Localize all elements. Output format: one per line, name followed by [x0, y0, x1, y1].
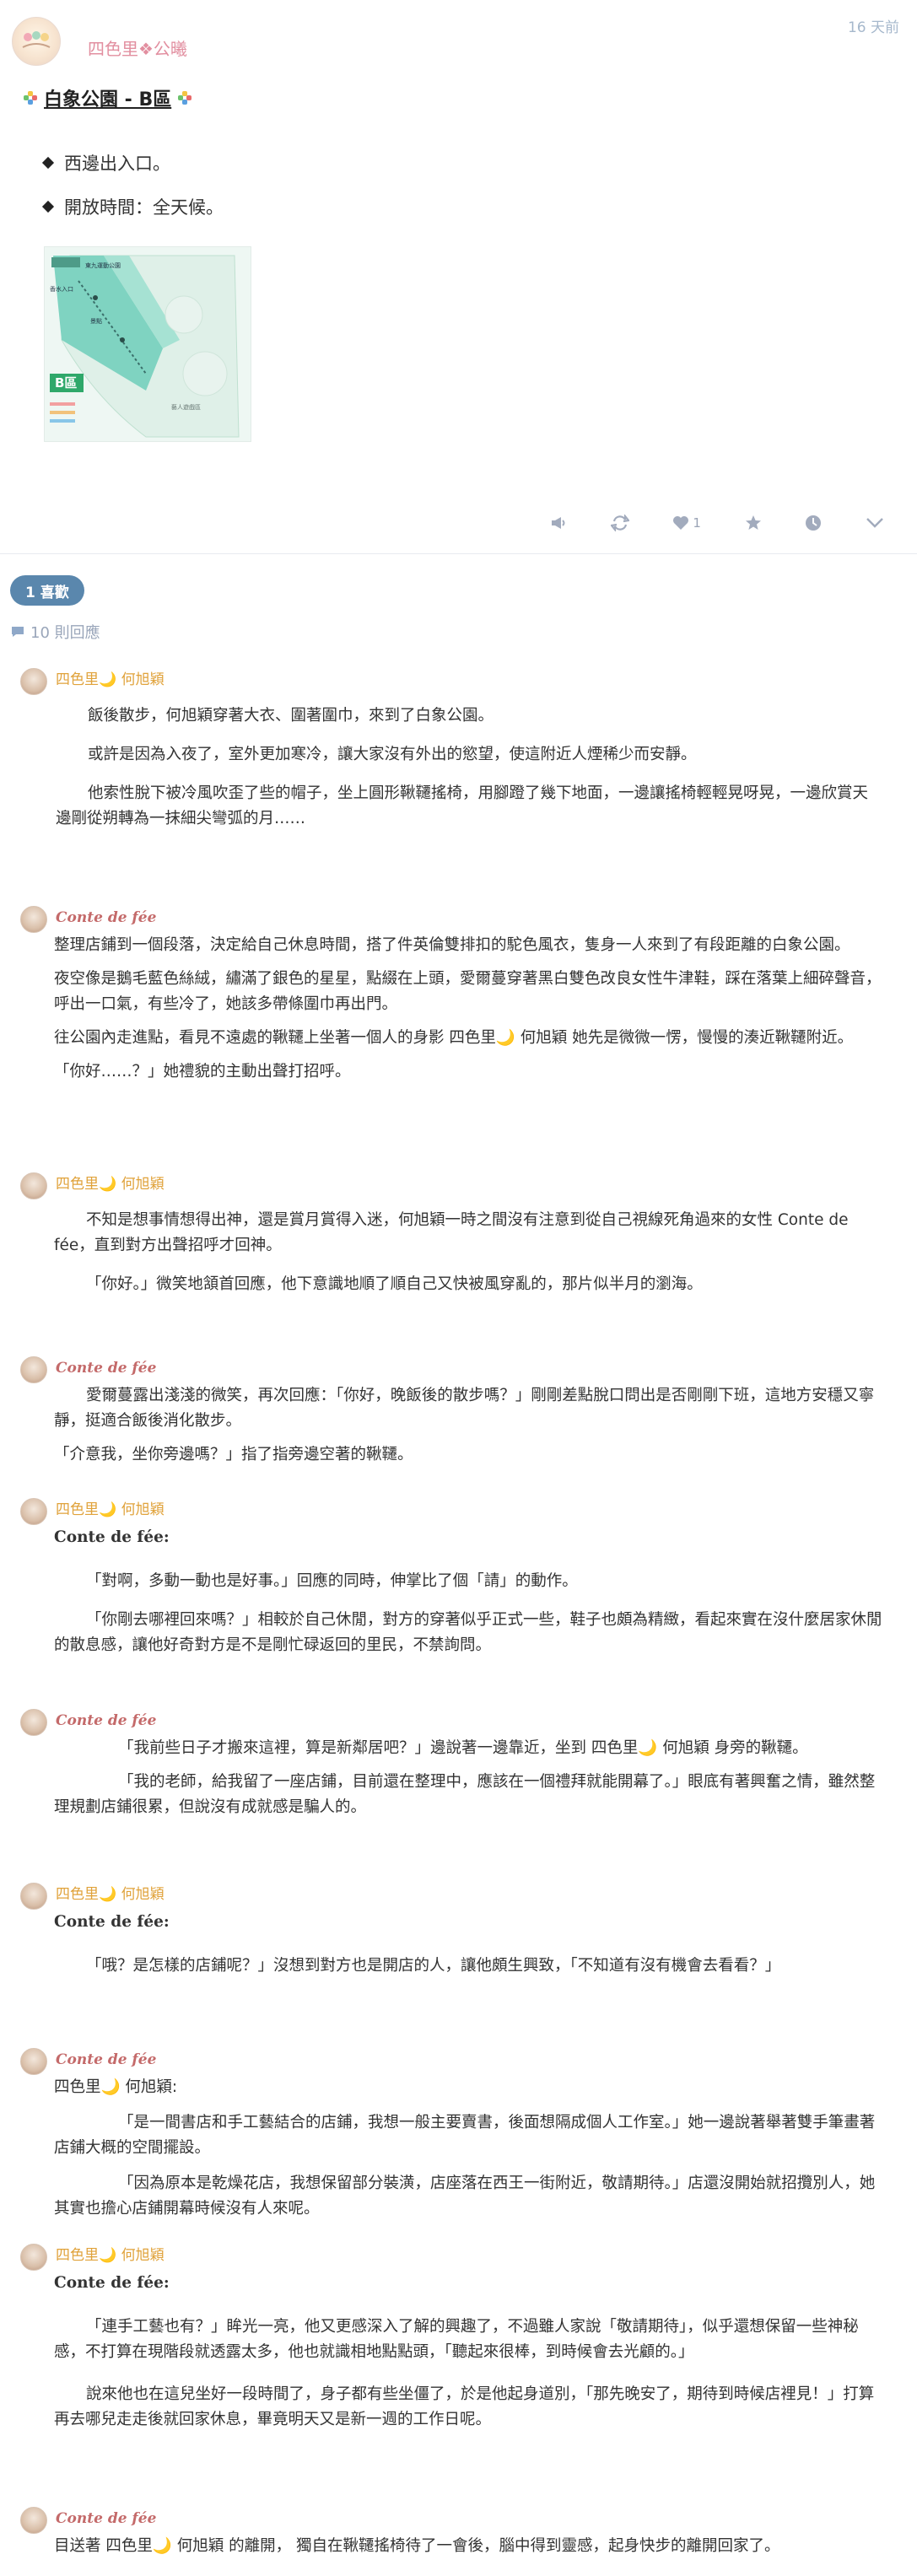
- reply-paragraph: 「你剛去哪裡回來嗎？」相較於自己休閒，對方的穿著似乎正式一些，鞋子也頗為精緻，看…: [54, 1611, 882, 1654]
- reply-paragraph: 「對啊，多動一動也是好事。」回應的同時，伸掌比了個「請」的動作。: [86, 1572, 578, 1590]
- reply-list: 四色里🌙 何旭穎 飯後散步，何旭穎穿著大衣、圍著圍巾，來到了白象公園。 或許是因…: [0, 665, 917, 2576]
- reply-author[interactable]: 四色里🌙 何旭穎: [56, 665, 883, 695]
- post-bullet-list: 西邊出入口。 開放時間：全天候。: [41, 150, 224, 238]
- heart-icon: [673, 516, 689, 530]
- reply-paragraph: 或許是因為入夜了，室外更加寒冷，讓大家沒有外出的慾望，使這附近人煙稀少而安靜。: [88, 746, 697, 763]
- avatar[interactable]: [20, 2507, 47, 2534]
- chevron-down-icon[interactable]: [866, 517, 884, 529]
- diamond-bullet-icon: [41, 156, 55, 170]
- post-title: 白象公園 - B區: [44, 89, 172, 110]
- reply-paragraph: 不知是想事情想得出神，還是賞月賞得入迷，何旭穎一時之間沒有注意到從自己視線死角過…: [54, 1211, 849, 1254]
- reply-item: 四色里🌙 何旭穎 不知是想事情想得出神，還是賞月賞得入迷，何旭穎一時之間沒有注意…: [0, 1169, 917, 1353]
- reply-paragraph: 整理店鋪到一個段落，決定給自己休息時間，搭了件英倫雙排扣的駝色風衣，隻身一人來到…: [54, 936, 850, 954]
- reply-paragraph: 「你好……？」她禮貌的主動出聲打招呼。: [54, 1063, 351, 1081]
- reply-paragraph: 「因為原本是乾燥花店，我想保留部分裝潢，店座落在西王一街附近，敬請期待。」店還沒…: [54, 2175, 876, 2218]
- reply-item: Conte de fée 目送著 四色里🌙 何旭穎 的離開， 獨自在鞦韆搖椅待了…: [0, 2503, 917, 2576]
- list-item-text: 西邊出入口。: [64, 154, 170, 174]
- post-timestamp[interactable]: 16 天前: [848, 15, 899, 36]
- reply-author[interactable]: 四色里🌙 何旭穎: [56, 1879, 883, 1910]
- avatar[interactable]: [20, 668, 47, 695]
- reply-item: Conte de fée 四色里🌙 何旭穎: 「是一間書店和手工藝結合的店鋪，我…: [0, 2045, 917, 2240]
- avatar[interactable]: [20, 906, 47, 933]
- reply-item: 四色里🌙 何旭穎 Conte de fée: 「連手工藝也有？」眸光一亮，他又更…: [0, 2240, 917, 2503]
- reply-item: 四色里🌙 何旭穎 Conte de fée: 「對啊，多動一動也是好事。」回應的…: [0, 1495, 917, 1706]
- reply-paragraph: 「你好。」微笑地頷首回應，他下意識地順了順自己又快被風穿亂的，那片似半月的瀏海。: [86, 1275, 703, 1293]
- svg-text:香水入口: 香水入口: [50, 285, 73, 293]
- reply-author[interactable]: Conte de fée: [56, 903, 883, 933]
- reply-paragraph: 說來他也在這兒坐好一段時間了，身子都有些坐僵了，於是他起身道別，「那先晚安了，期…: [54, 2385, 875, 2428]
- list-item: 西邊出入口。: [41, 150, 224, 175]
- reply-paragraph: 「我的老師，給我留了一座店鋪，目前還在整理中，應該在一個禮拜就能開幕了。」眼底有…: [54, 1773, 876, 1816]
- reply-author[interactable]: 四色里🌙 何旭穎: [56, 1495, 883, 1525]
- sparkle-icon: [24, 91, 37, 105]
- avatar-logo-icon: [22, 31, 51, 48]
- divider: [0, 553, 917, 554]
- avatar[interactable]: [20, 2048, 47, 2075]
- reply-addressee[interactable]: Conte de fée:: [54, 1910, 883, 1935]
- likes-badge[interactable]: 1 喜歡: [10, 575, 84, 606]
- comment-icon: [12, 627, 24, 637]
- map-graphic: B區 東九運動公園 香水入口 景點 藝人遊戲區: [45, 247, 251, 441]
- list-item: 開放時間：全天候。: [41, 194, 224, 219]
- svg-text:藝人遊戲區: 藝人遊戲區: [171, 403, 201, 411]
- reply-count[interactable]: 10 則回應: [10, 621, 100, 643]
- repost-icon[interactable]: [610, 515, 629, 531]
- reply-item: Conte de fée 「我前些日子才搬來這裡，算是新鄰居吧？」邊說著一邊靠近…: [0, 1706, 917, 1879]
- post-action-bar: 1: [540, 506, 894, 540]
- list-item-text: 開放時間：全天候。: [64, 197, 224, 218]
- reply-paragraph: 「連手工藝也有？」眸光一亮，他又更感深入了解的興趣了，不過雖人家說「敬請期待」，…: [54, 2318, 859, 2361]
- author-name[interactable]: 四色里❖公曦: [88, 35, 187, 60]
- reply-author[interactable]: Conte de fée: [56, 1706, 883, 1736]
- star-icon[interactable]: [745, 515, 762, 531]
- post-page: 四色里❖公曦 16 天前 白象公園 - B區 西邊出入口。 開放時間：全天候。: [0, 0, 917, 2576]
- reply-author[interactable]: Conte de fée: [56, 1353, 883, 1383]
- author-avatar[interactable]: [12, 17, 61, 66]
- svg-text:東九運動公園: 東九運動公園: [85, 261, 121, 269]
- svg-text:景點: 景點: [90, 317, 102, 325]
- megaphone-icon[interactable]: [550, 515, 567, 531]
- reply-addressee[interactable]: 四色里🌙 何旭穎:: [54, 2075, 883, 2100]
- sparkle-icon: [178, 91, 192, 105]
- avatar[interactable]: [20, 1498, 47, 1525]
- park-map-image[interactable]: B區 東九運動公園 香水入口 景點 藝人遊戲區: [44, 246, 251, 442]
- reply-paragraph: 往公園內走進點，看見不遠處的鞦韆上坐著一個人的身影 四色里🌙 何旭穎 她先是微微…: [54, 1029, 854, 1047]
- reply-addressee[interactable]: Conte de fée:: [54, 1525, 883, 1550]
- avatar[interactable]: [20, 1356, 47, 1383]
- reply-author[interactable]: Conte de fée: [56, 2045, 883, 2075]
- reply-paragraph: 飯後散步，何旭穎穿著大衣、圍著圍巾，來到了白象公園。: [88, 707, 494, 725]
- like-count: 1: [693, 515, 701, 531]
- avatar[interactable]: [20, 1172, 47, 1199]
- reply-count-label: 10 則回應: [30, 624, 100, 642]
- avatar[interactable]: [20, 1709, 47, 1736]
- avatar[interactable]: [20, 2244, 47, 2271]
- reply-item: 四色里🌙 何旭穎 飯後散步，何旭穎穿著大衣、圍著圍巾，來到了白象公園。 或許是因…: [0, 665, 917, 903]
- reply-author[interactable]: 四色里🌙 何旭穎: [56, 1169, 883, 1199]
- reply-item: Conte de fée 整理店鋪到一個段落，決定給自己休息時間，搭了件英倫雙排…: [0, 903, 917, 1169]
- reply-paragraph: 「是一間書店和手工藝結合的店鋪，我想一般主要賣書，後面想隔成個人工作室。」她一邊…: [54, 2114, 876, 2157]
- reply-item: 四色里🌙 何旭穎 Conte de fée: 「哦？是怎樣的店鋪呢？」沒想到對方…: [0, 1879, 917, 2045]
- map-badge: B區: [55, 375, 77, 391]
- clock-icon[interactable]: [805, 515, 822, 531]
- reply-paragraph: 夜空像是鵝毛藍色絲絨，繡滿了銀色的星星，點綴在上頭，愛爾蔓穿著黑白雙色改良女性牛…: [54, 970, 882, 1013]
- reply-author[interactable]: Conte de fée: [56, 2503, 883, 2534]
- avatar[interactable]: [20, 1883, 47, 1910]
- like-button[interactable]: 1: [672, 515, 701, 531]
- reply-paragraph: 「我前些日子才搬來這裡，算是新鄰居吧？」邊說著一邊靠近，坐到 四色里🌙 何旭穎 …: [118, 1739, 808, 1757]
- reply-author[interactable]: 四色里🌙 何旭穎: [56, 2240, 883, 2271]
- reply-paragraph: 「哦？是怎樣的店鋪呢？」沒想到對方也是開店的人，讓他頗生興致，「不知道有沒有機會…: [86, 1957, 781, 1975]
- post-title-row: 白象公園 - B區: [24, 84, 192, 111]
- reply-paragraph: 愛爾蔓露出淺淺的微笑，再次回應：「你好，晚飯後的散步嗎？」剛剛差點脫口問出是否剛…: [54, 1387, 875, 1430]
- reply-item: Conte de fée 愛爾蔓露出淺淺的微笑，再次回應：「你好，晚飯後的散步嗎…: [0, 1353, 917, 1495]
- diamond-bullet-icon: [41, 200, 55, 213]
- reply-paragraph: 他索性脫下被冷風吹歪了些的帽子，坐上圓形鞦韆搖椅，用腳蹬了幾下地面，一邊讓搖椅輕…: [56, 784, 869, 827]
- reply-paragraph: 目送著 四色里🌙 何旭穎 的離開， 獨自在鞦韆搖椅待了一會後，腦中得到靈感，起身…: [54, 2537, 780, 2555]
- reply-paragraph: 「介意我，坐你旁邊嗎？」指了指旁邊空著的鞦韆。: [54, 1446, 413, 1463]
- post-header: 四色里❖公曦 16 天前: [12, 7, 906, 66]
- reply-addressee[interactable]: Conte de fée:: [54, 2271, 883, 2296]
